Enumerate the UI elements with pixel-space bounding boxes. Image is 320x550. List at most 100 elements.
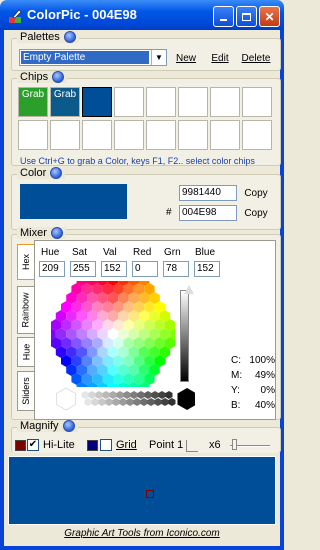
- grey-cell[interactable]: [95, 391, 103, 399]
- color-chip[interactable]: [210, 120, 240, 150]
- footer-link[interactable]: Graphic Art Tools from Iconico.com: [4, 528, 280, 539]
- blue-field[interactable]: 152: [194, 261, 220, 277]
- new-palette-button[interactable]: New: [173, 49, 199, 67]
- grid-checkbox[interactable]: [100, 439, 112, 451]
- sat-field[interactable]: 255: [70, 261, 96, 277]
- grey-cell[interactable]: [133, 398, 141, 406]
- close-button[interactable]: ✕: [259, 6, 280, 27]
- slider-thumb-icon[interactable]: [184, 285, 194, 294]
- chip-grab-label: Grab: [21, 89, 45, 100]
- grey-cell[interactable]: [88, 391, 96, 399]
- grey-cell[interactable]: [91, 398, 99, 406]
- mixer-collapse-icon[interactable]: [50, 227, 63, 239]
- color-heading: Color: [20, 167, 47, 179]
- color-chip[interactable]: [82, 120, 112, 150]
- grey-cell[interactable]: [154, 398, 162, 406]
- red-field[interactable]: 0: [132, 261, 158, 277]
- magnify-collapse-icon[interactable]: [62, 420, 75, 432]
- grey-cell[interactable]: [105, 398, 113, 406]
- grey-cell[interactable]: [177, 388, 196, 410]
- hex-color-field[interactable]: 004E98: [179, 205, 237, 221]
- copy-decimal-button[interactable]: Copy: [243, 184, 269, 202]
- color-chip[interactable]: [50, 120, 80, 150]
- grey-cell[interactable]: [98, 398, 106, 406]
- tab-hex-label: Hex: [21, 253, 32, 271]
- maximize-button[interactable]: [236, 6, 257, 27]
- point-slider[interactable]: [186, 440, 198, 452]
- grey-cell[interactable]: [84, 398, 92, 406]
- palette-select[interactable]: Empty Palette ▼: [19, 49, 167, 66]
- grey-cell[interactable]: [151, 391, 159, 399]
- grey-cell[interactable]: [119, 398, 127, 406]
- tab-hue[interactable]: Hue: [17, 337, 34, 367]
- color-chip[interactable]: [114, 120, 144, 150]
- grey-cell[interactable]: [126, 398, 134, 406]
- mixer-group: Mixer Hex Rainbow Hue Sliders Hue Sat Va…: [11, 227, 281, 420]
- color-chip[interactable]: [146, 87, 176, 117]
- color-chip[interactable]: [178, 87, 208, 117]
- grey-cell[interactable]: [112, 398, 120, 406]
- decimal-color-field[interactable]: 9981440: [179, 185, 237, 201]
- grey-cell[interactable]: [140, 398, 148, 406]
- tab-rainbow[interactable]: Rainbow: [17, 286, 34, 334]
- grey-cell[interactable]: [116, 391, 124, 399]
- grey-cell[interactable]: [168, 398, 176, 406]
- tab-rainbow-label: Rainbow: [21, 292, 31, 328]
- chip-grab-label: Grab: [53, 89, 77, 100]
- hue-field[interactable]: 209: [39, 261, 65, 277]
- color-chip[interactable]: [146, 120, 176, 150]
- grey-cell[interactable]: [144, 391, 152, 399]
- title-bar[interactable]: ColorPic - 004E98 ✕: [0, 0, 284, 30]
- minimize-button[interactable]: [213, 6, 234, 27]
- color-chip[interactable]: [242, 120, 272, 150]
- grey-cell[interactable]: [123, 391, 131, 399]
- color-chip[interactable]: [82, 87, 112, 117]
- zoom-slider-thumb[interactable]: [232, 439, 237, 450]
- color-chip[interactable]: [18, 120, 48, 150]
- color-chip[interactable]: Grab: [18, 87, 48, 117]
- color-chip[interactable]: [210, 87, 240, 117]
- grey-cell[interactable]: [130, 391, 138, 399]
- grid-color-swatch[interactable]: [87, 440, 98, 451]
- close-icon: ✕: [264, 9, 275, 24]
- grey-cell[interactable]: [102, 391, 110, 399]
- delete-palette-button[interactable]: Delete: [240, 49, 272, 67]
- chips-collapse-icon[interactable]: [52, 71, 65, 83]
- tab-sliders-label: Sliders: [21, 377, 32, 405]
- color-chip[interactable]: [178, 120, 208, 150]
- color-chip[interactable]: [242, 87, 272, 117]
- val-field[interactable]: 152: [101, 261, 127, 277]
- hex-color-wheel[interactable]: [51, 281, 175, 387]
- tab-sliders[interactable]: Sliders: [17, 371, 34, 411]
- greyscale-row[interactable]: [55, 387, 195, 413]
- maximize-icon: [242, 12, 251, 21]
- grey-cell[interactable]: [161, 398, 169, 406]
- grey-cell[interactable]: [165, 391, 173, 399]
- cmyk-value: 49%: [254, 370, 275, 381]
- grey-cell[interactable]: [81, 391, 89, 399]
- tab-hex[interactable]: Hex: [17, 244, 34, 280]
- cmyk-value: 100%: [249, 355, 275, 366]
- grey-cell[interactable]: [56, 387, 76, 411]
- grey-cell[interactable]: [109, 391, 117, 399]
- palettes-collapse-icon[interactable]: [63, 31, 76, 43]
- color-chip[interactable]: [114, 87, 144, 117]
- value-slider[interactable]: [180, 290, 189, 382]
- grey-cell[interactable]: [137, 391, 145, 399]
- hilite-color-swatch[interactable]: [15, 440, 26, 451]
- grn-field[interactable]: 78: [163, 261, 189, 277]
- color-chip[interactable]: Grab: [50, 87, 80, 117]
- cmyk-row: B: 40%: [231, 398, 275, 413]
- chevron-down-icon[interactable]: ▼: [151, 50, 166, 65]
- edit-palette-button[interactable]: Edit: [209, 49, 231, 67]
- grid-label: Grid: [116, 439, 137, 451]
- hilite-checkbox[interactable]: ✔: [27, 439, 39, 451]
- magnify-viewport[interactable]: [8, 456, 276, 525]
- color-collapse-icon[interactable]: [50, 167, 63, 179]
- grey-cell[interactable]: [147, 398, 155, 406]
- cmyk-value: 40%: [254, 400, 275, 411]
- val-label: Val: [103, 247, 117, 258]
- cmyk-readout: C: 100% M: 49% Y: 0% B: 40%: [231, 353, 275, 413]
- grey-cell[interactable]: [158, 391, 166, 399]
- copy-hex-button[interactable]: Copy: [243, 204, 269, 222]
